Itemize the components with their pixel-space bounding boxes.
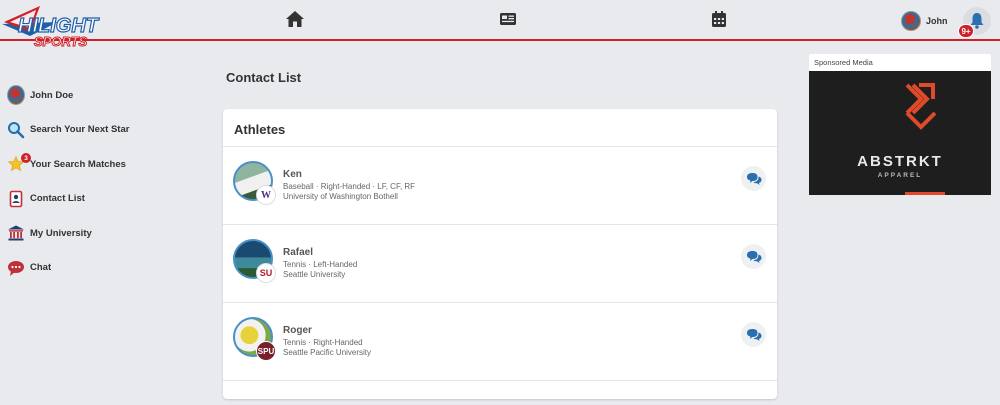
user-avatar <box>901 11 921 31</box>
sidebar-item-label: John Doe <box>30 89 74 101</box>
newspaper-icon[interactable] <box>498 10 518 28</box>
chat-button[interactable] <box>741 244 766 269</box>
card-title: Athletes <box>223 109 777 147</box>
athlete-details: Baseball · Right-Handed · LF, CF, RF <box>283 182 416 191</box>
abstrkt-logo-mark-icon <box>905 83 937 130</box>
search-icon <box>7 121 25 139</box>
svg-text:SPORTS: SPORTS <box>34 34 88 49</box>
chat-bubble-icon <box>7 259 25 277</box>
sidebar-item-contact-list[interactable]: Contact List <box>0 182 190 217</box>
school-logo: W <box>256 185 276 205</box>
athlete-school: University of Washington Bothell <box>283 192 398 201</box>
calendar-icon[interactable] <box>709 10 729 28</box>
comments-icon <box>746 328 761 341</box>
contact-book-icon <box>7 190 25 208</box>
athlete-name[interactable]: Ken <box>283 169 302 180</box>
matches-count-badge: 3 <box>21 153 31 163</box>
sidebar-menu: John Doe Search Your Next Star 3 Your Se… <box>0 78 190 285</box>
athlete-school: Seattle University <box>283 270 346 279</box>
ad-brand-name: ABSTRKT <box>857 153 943 170</box>
university-icon <box>7 224 25 242</box>
chat-button[interactable] <box>741 166 766 191</box>
athlete-row[interactable]: SU Rafael Tennis · Left-Handed Seattle U… <box>223 225 777 303</box>
sponsored-media-panel: Sponsored Media ABSTRKT APPAREL <box>809 54 991 195</box>
athlete-name[interactable]: Roger <box>283 325 312 336</box>
athlete-details: Tennis · Right-Handed <box>283 338 363 347</box>
athletes-card: Athletes W Ken Baseball · Right-Handed ·… <box>223 109 777 399</box>
sidebar-item-profile[interactable]: John Doe <box>0 78 190 113</box>
athlete-row[interactable]: W Ken Baseball · Right-Handed · LF, CF, … <box>223 147 777 225</box>
athlete-school: Seattle Pacific University <box>283 348 372 357</box>
comments-icon <box>746 172 761 185</box>
sidebar-item-label: Search Your Next Star <box>30 124 130 136</box>
user-name: John <box>926 16 948 26</box>
sidebar-item-university[interactable]: My University <box>0 216 190 251</box>
user-menu[interactable]: John <box>901 11 948 31</box>
sidebar-item-search[interactable]: Search Your Next Star <box>0 113 190 148</box>
sidebar-item-label: Chat <box>30 262 52 274</box>
sidebar-item-chat[interactable]: Chat <box>0 251 190 286</box>
sidebar-item-label: My University <box>30 227 92 239</box>
home-icon[interactable] <box>285 10 305 28</box>
avatar <box>7 85 25 106</box>
chat-button[interactable] <box>741 322 766 347</box>
comments-icon <box>746 250 761 263</box>
sidebar-item-matches[interactable]: 3 Your Search Matches <box>0 147 190 182</box>
notification-count-badge: 9+ <box>958 24 974 38</box>
hilight-sports-logo[interactable]: HILIGHT SPORTS <box>0 2 130 52</box>
page-title: Contact List <box>226 70 302 85</box>
ad-accent-bar <box>905 192 945 195</box>
ad-brand-subtitle: APPAREL <box>877 172 923 179</box>
sponsored-label: Sponsored Media <box>814 58 873 67</box>
athlete-details: Tennis · Left-Handed <box>283 260 358 269</box>
school-logo: SU <box>256 263 276 283</box>
top-navigation-bar: HILIGHT SPORTS John 9+ <box>0 0 1000 50</box>
athlete-row[interactable]: SPU Roger Tennis · Right-Handed Seattle … <box>223 303 777 381</box>
sponsored-ad[interactable]: ABSTRKT APPAREL <box>809 71 991 195</box>
sidebar-item-label: Your Search Matches <box>30 158 126 170</box>
athlete-name[interactable]: Rafael <box>283 247 313 258</box>
sidebar-item-label: Contact List <box>30 193 85 205</box>
school-logo: SPU <box>256 341 276 361</box>
